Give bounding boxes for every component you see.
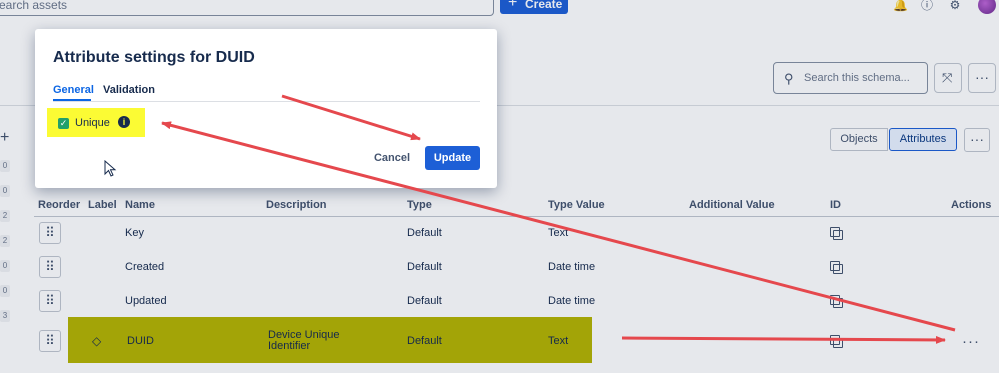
- tab-divider: [53, 101, 480, 102]
- cancel-button[interactable]: Cancel: [371, 146, 413, 170]
- update-button[interactable]: Update: [425, 146, 480, 170]
- tab-validation[interactable]: Validation: [103, 84, 155, 96]
- unique-label: Unique: [75, 117, 110, 129]
- unique-checkbox[interactable]: ✓: [58, 118, 69, 129]
- mouse-cursor-icon: [104, 160, 117, 177]
- tab-general[interactable]: General: [53, 84, 94, 96]
- info-icon[interactable]: i: [118, 116, 130, 128]
- dialog-title: Attribute settings for DUID: [53, 49, 255, 66]
